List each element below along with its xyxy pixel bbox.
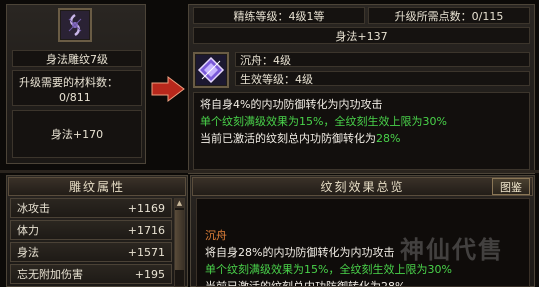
- attributes-header: 雕纹属性: [8, 177, 186, 196]
- rune-title: 身法雕纹7级: [12, 50, 142, 67]
- scroll-thumb[interactable]: [175, 210, 184, 270]
- materials-value: 0/811: [59, 91, 91, 104]
- attr-name: 忘无附加伤害: [17, 268, 83, 281]
- effects-header: 纹刻效果总览: [192, 177, 533, 196]
- right-arrow-icon: [150, 76, 186, 102]
- attr-value: +195: [134, 267, 165, 281]
- list-item: 冰攻击 +1169: [10, 198, 172, 218]
- effect-line-3: 当前已激活的纹刻总内功防御转化为28%: [205, 280, 406, 287]
- atlas-button[interactable]: 图鉴: [492, 178, 530, 195]
- desc-line-2: 单个纹刻满级效果为15%，全纹刻生效上限为30%: [200, 115, 447, 128]
- rune-description: 将自身4%的内功防御转化为内功攻击 单个纹刻满级效果为15%，全纹刻生效上限为3…: [193, 92, 530, 170]
- materials-label: 升级需要的材料数：: [19, 76, 118, 89]
- list-item: 体力 +1716: [10, 220, 172, 240]
- desc-line-3-prefix: 当前已激活的纹刻总内功防御转化为: [200, 132, 376, 145]
- list-item: 忘无附加伤害 +195: [10, 264, 172, 284]
- desc-line-3: 当前已激活的纹刻总内功防御转化为28%: [200, 130, 523, 147]
- stat-bonus: 身法+137: [193, 27, 530, 44]
- skill-rune-icon[interactable]: [58, 8, 92, 42]
- refine-level: 精练等级：4级1等: [193, 7, 365, 24]
- list-item: 身法 +1571: [10, 242, 172, 262]
- rune-name: 沉舟：4级: [235, 52, 530, 67]
- attr-value: +1169: [127, 201, 165, 215]
- attributes-list: 冰攻击 +1169 体力 +1716 身法 +1571 忘无附加伤害 +195: [10, 198, 172, 286]
- attributes-scrollbar[interactable]: ▲: [174, 198, 185, 287]
- attr-name: 冰攻击: [17, 202, 50, 215]
- scroll-up-arrow-icon[interactable]: ▲: [175, 199, 184, 208]
- attr-value: +1571: [127, 245, 165, 259]
- attr-name: 身法: [17, 246, 39, 259]
- rune-bonus-box: 身法+170: [12, 110, 142, 158]
- watermark: 神仙代售: [400, 236, 504, 264]
- attr-name: 体力: [17, 224, 39, 237]
- section-divider: [0, 170, 539, 173]
- desc-line-3-value: 28%: [376, 132, 401, 145]
- rune-effect-level: 生效等级：4级: [235, 71, 530, 86]
- points-needed: 升级所需点数：0/115: [368, 7, 530, 24]
- rune-crystal-icon[interactable]: [193, 52, 229, 88]
- desc-line-1: 将自身4%的内功防御转化为内功攻击: [200, 98, 383, 111]
- materials-box: 升级需要的材料数： 0/811: [12, 70, 142, 106]
- attr-value: +1716: [127, 223, 165, 237]
